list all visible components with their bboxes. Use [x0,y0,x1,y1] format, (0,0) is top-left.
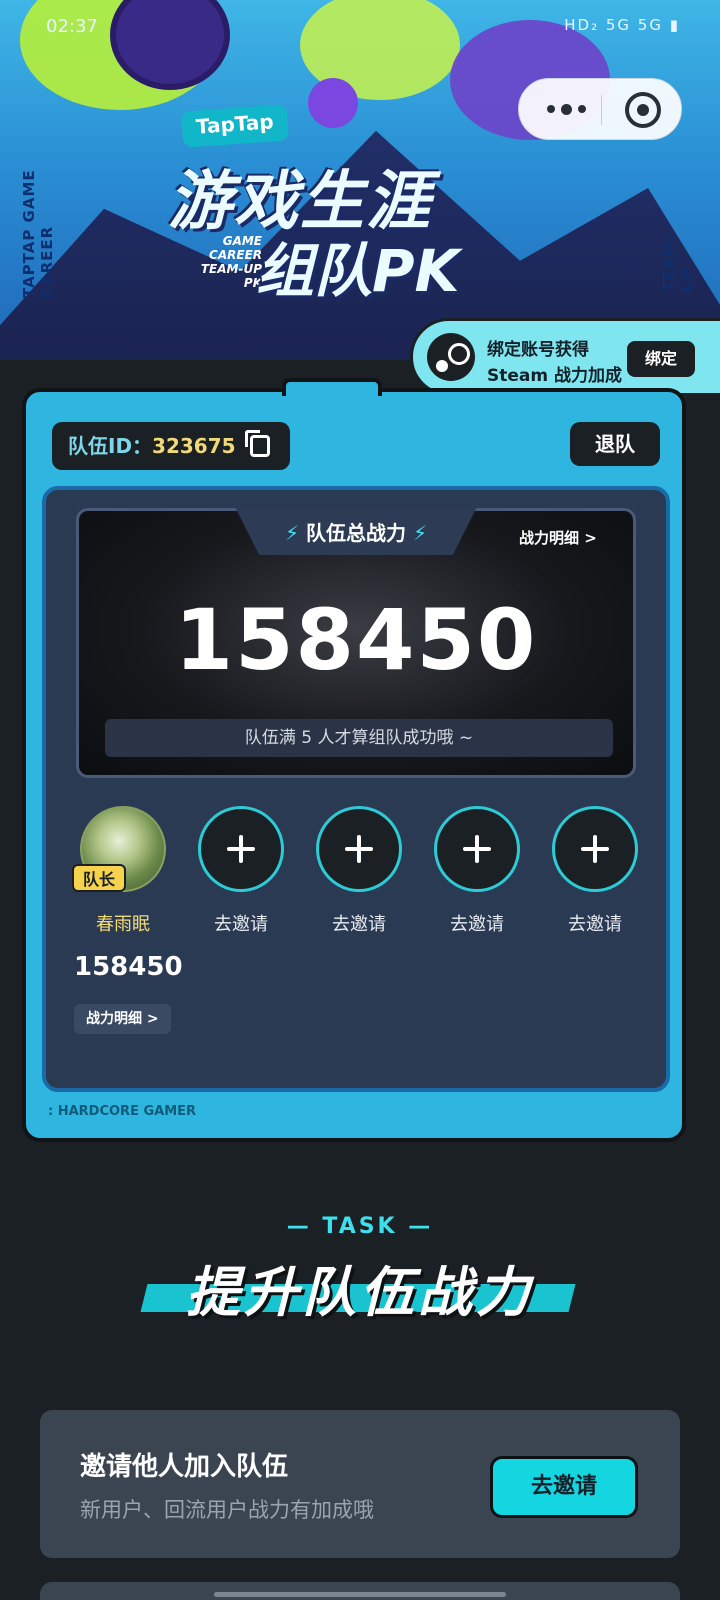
copy-icon[interactable] [245,430,270,457]
hero-banner: 02:37 HD₂ 5G 5G ▮ TapTap 游戏生涯 GAME CAREE… [0,0,720,360]
close-mini-program-icon[interactable] [625,92,661,128]
steam-bind-banner[interactable]: 绑定账号获得 Steam 战力加成 绑定 [410,318,720,396]
task-kicker-text: TASK [322,1214,398,1239]
add-member-icon[interactable] [316,806,402,892]
steam-icon [427,333,475,381]
team-card: 队伍ID：323675 退队 ⚡ 队伍总战力 ⚡ 战力明细 > 158450 队… [22,378,686,1142]
invite-label: 去邀请 [568,914,622,935]
hero-small-text: GAME CAREER TEAM-UP PK [200,234,262,290]
invite-slot[interactable]: 去邀请 [416,806,536,956]
invite-label: 去邀请 [450,914,504,935]
task-section-title: 提升队伍战力 [186,1261,534,1324]
quit-team-button[interactable]: 退队 [570,422,660,466]
steam-banner-line2: Steam 战力加成 [487,366,623,386]
status-icons: HD₂ 5G 5G ▮ [564,16,680,34]
more-options-icon[interactable] [547,97,597,121]
status-time: 02:37 [46,16,98,37]
mini-program-capsule [518,78,682,140]
lightning-icon: ⚡ [412,521,428,545]
add-member-icon[interactable] [552,806,638,892]
leader-power-value: 158450 [74,952,183,982]
power-detail-link[interactable]: 战力明细 > [519,527,597,548]
leader-badge: 队长 [72,864,126,892]
task-description: 新用户、回流用户战力有加成哦 [80,1498,374,1522]
add-member-icon[interactable] [198,806,284,892]
team-id-label: 队伍ID： [68,434,153,458]
home-indicator[interactable] [214,1592,506,1597]
side-text-right: TEAM-UP [660,233,696,292]
invite-slot[interactable]: 去邀请 [298,806,418,956]
taptap-logo: TapTap [180,104,289,148]
invite-label: 去邀请 [214,914,268,935]
team-inner-card: ⚡ 队伍总战力 ⚡ 战力明细 > 158450 队伍满 5 人才算组队成功哦 ~… [42,486,670,1092]
power-title-text: 队伍总战力 [306,521,406,545]
bind-button[interactable]: 绑定 [627,341,695,377]
task-title: 邀请他人加入队伍 [80,1452,289,1482]
lightning-icon: ⚡ [284,521,300,545]
card-footer-text: : HARDCORE GAMER [48,1104,197,1119]
power-title: ⚡ 队伍总战力 ⚡ [235,517,477,546]
task-kicker: — TASK — [286,1214,434,1239]
status-bar: 02:37 HD₂ 5G 5G ▮ [0,14,720,44]
side-text-left: TAPTAP GAME CAREER [20,169,56,298]
add-member-icon[interactable] [434,806,520,892]
task-card [40,1582,680,1600]
team-id: 队伍ID：323675 [52,422,290,470]
invite-label: 去邀请 [332,914,386,935]
member-leader[interactable]: 队长 春雨眠 [62,806,182,956]
member-name: 春雨眠 [96,914,150,935]
steam-banner-line1: 绑定账号获得 [487,340,589,360]
capsule-divider [601,95,602,125]
total-power-box: ⚡ 队伍总战力 ⚡ 战力明细 > 158450 队伍满 5 人才算组队成功哦 ~ [76,507,636,778]
card-tab-notch [282,378,382,396]
team-id-value: 323675 [152,434,236,458]
invite-slot[interactable]: 去邀请 [180,806,300,956]
team-hint: 队伍满 5 人才算组队成功哦 ~ [105,719,613,757]
leader-power-detail-button[interactable]: 战力明细 > [74,1004,171,1034]
invite-button[interactable]: 去邀请 [490,1456,638,1518]
purple-mascot-illustration [308,78,358,128]
invite-slot[interactable]: 去邀请 [534,806,654,956]
task-card: 邀请他人加入队伍 新用户、回流用户战力有加成哦 去邀请 [40,1410,680,1558]
total-power-value: 158450 [174,591,538,689]
hero-subtitle: 组队PK [256,237,460,305]
